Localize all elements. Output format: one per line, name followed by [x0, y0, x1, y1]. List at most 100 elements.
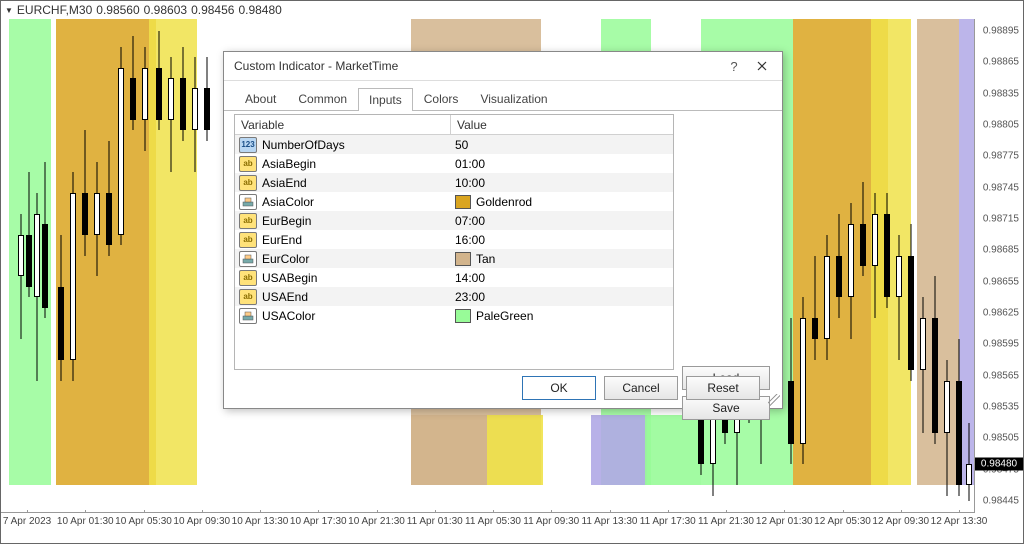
variable-name: NumberOfDays [262, 138, 345, 152]
variable-name: USAColor [262, 309, 315, 323]
session-zone [487, 415, 543, 485]
variable-name: EurEnd [262, 233, 302, 247]
ok-button[interactable]: OK [522, 376, 596, 400]
y-tick: 0.98805 [983, 120, 1019, 131]
x-tick: 11 Apr 17:30 [640, 516, 696, 527]
color-type-icon [239, 251, 257, 267]
variable-value[interactable]: 01:00 [455, 157, 485, 171]
variable-value[interactable]: Tan [476, 252, 495, 266]
resize-handle[interactable] [768, 394, 780, 406]
x-tick: 12 Apr 09:30 [872, 516, 929, 527]
variable-name: AsiaEnd [262, 176, 307, 190]
x-tick: 11 Apr 09:30 [523, 516, 579, 527]
variable-value[interactable]: 10:00 [455, 176, 485, 190]
header-value[interactable]: Value [451, 115, 673, 135]
inputs-panel: Variable Value 123 NumberOfDays 50 ab AsiaBe… [234, 114, 674, 368]
x-tick: 10 Apr 09:30 [173, 516, 230, 527]
variable-value[interactable]: 23:00 [455, 290, 485, 304]
color-type-icon [239, 194, 257, 210]
integer-type-icon: 123 [239, 137, 257, 153]
variable-name: EurColor [262, 252, 309, 266]
x-tick: 11 Apr 13:30 [582, 516, 638, 527]
instrument-symbol: EURCHF,M30 [17, 3, 92, 17]
x-tick: 12 Apr 01:30 [756, 516, 813, 527]
input-row-numberofdays[interactable]: 123 NumberOfDays 50 [235, 135, 673, 154]
y-tick: 0.98775 [983, 151, 1019, 162]
string-type-icon: ab [239, 289, 257, 305]
variable-name: AsiaColor [262, 195, 314, 209]
dialog-title: Custom Indicator - MarketTime [234, 59, 398, 73]
variable-name: USABegin [262, 271, 317, 285]
dialog-titlebar[interactable]: Custom Indicator - MarketTime ? [224, 52, 782, 81]
price-open: 0.98560 [96, 3, 139, 17]
tab-bar: AboutCommonInputsColorsVisualization [224, 81, 782, 111]
variable-value[interactable]: 14:00 [455, 271, 485, 285]
string-type-icon: ab [239, 232, 257, 248]
y-tick: 0.98655 [983, 276, 1019, 287]
variable-value[interactable]: PaleGreen [476, 309, 533, 323]
help-button[interactable]: ? [720, 55, 748, 77]
input-row-asiabegin[interactable]: ab AsiaBegin 01:00 [235, 154, 673, 173]
tab-inputs[interactable]: Inputs [358, 88, 413, 111]
input-row-asiacolor[interactable]: AsiaColor Goldenrod [235, 192, 673, 211]
y-tick: 0.98595 [983, 339, 1019, 350]
session-zone [645, 415, 701, 485]
x-tick: 12 Apr 13:30 [931, 516, 988, 527]
header-variable[interactable]: Variable [235, 115, 451, 135]
tab-colors[interactable]: Colors [413, 87, 470, 110]
y-tick: 0.98745 [983, 182, 1019, 193]
variable-value[interactable]: Goldenrod [476, 195, 532, 209]
tab-visualization[interactable]: Visualization [469, 87, 558, 110]
tab-common[interactable]: Common [287, 87, 358, 110]
input-row-usaend[interactable]: ab USAEnd 23:00 [235, 287, 673, 306]
x-tick: 11 Apr 01:30 [407, 516, 463, 527]
indicator-dialog: Custom Indicator - MarketTime ? AboutCom… [223, 51, 783, 409]
variable-name: AsiaBegin [262, 157, 316, 171]
input-row-usabegin[interactable]: ab USABegin 14:00 [235, 268, 673, 287]
app-root: ▼ EURCHF,M30 0.98560 0.98603 0.98456 0.9… [0, 0, 1024, 544]
variable-name: EurBegin [262, 214, 311, 228]
variable-value[interactable]: 07:00 [455, 214, 485, 228]
y-tick: 0.98835 [983, 88, 1019, 99]
y-axis: 0.98895 0.98865 0.98835 0.98805 0.98775 0.987… [974, 19, 1023, 513]
tab-about[interactable]: About [234, 87, 287, 110]
close-button[interactable] [748, 55, 776, 77]
input-row-eurbegin[interactable]: ab EurBegin 07:00 [235, 211, 673, 230]
string-type-icon: ab [239, 156, 257, 172]
cancel-button[interactable]: Cancel [604, 376, 678, 400]
input-row-eurend[interactable]: ab EurEnd 16:00 [235, 230, 673, 249]
x-axis: 7 Apr 202310 Apr 01:3010 Apr 05:3010 Apr… [1, 512, 975, 533]
y-tick: 0.98535 [983, 402, 1019, 413]
y-tick: 0.98865 [983, 57, 1019, 68]
variable-value[interactable]: 16:00 [455, 233, 485, 247]
x-tick: 12 Apr 05:30 [814, 516, 871, 527]
color-swatch [455, 309, 471, 323]
reset-button[interactable]: Reset [686, 376, 760, 400]
y-tick: 0.98445 [983, 496, 1019, 507]
y-tick: 0.98565 [983, 370, 1019, 381]
instrument-bar: ▼ EURCHF,M30 0.98560 0.98603 0.98456 0.9… [1, 1, 286, 19]
session-zone [591, 415, 647, 485]
string-type-icon: ab [239, 213, 257, 229]
price-high: 0.98603 [144, 3, 187, 17]
input-row-eurcolor[interactable]: EurColor Tan [235, 249, 673, 268]
x-tick: 10 Apr 05:30 [115, 516, 172, 527]
price-close: 0.98480 [238, 3, 281, 17]
x-tick: 11 Apr 05:30 [465, 516, 521, 527]
dropdown-icon[interactable]: ▼ [5, 6, 13, 15]
y-tick: 0.98895 [983, 26, 1019, 37]
y-tick: 0.98715 [983, 214, 1019, 225]
variable-value[interactable]: 50 [455, 138, 468, 152]
x-tick: 10 Apr 01:30 [57, 516, 114, 527]
input-row-asiaend[interactable]: ab AsiaEnd 10:00 [235, 173, 673, 192]
string-type-icon: ab [239, 175, 257, 191]
variable-name: USAEnd [262, 290, 308, 304]
x-tick: 10 Apr 13:30 [232, 516, 289, 527]
color-type-icon [239, 308, 257, 324]
string-type-icon: ab [239, 270, 257, 286]
y-tick: 0.98505 [983, 433, 1019, 444]
current-price-label: 0.98480 [975, 458, 1023, 471]
input-row-usacolor[interactable]: USAColor PaleGreen [235, 306, 673, 325]
inputs-grid[interactable]: Variable Value 123 NumberOfDays 50 ab AsiaBe… [234, 114, 674, 370]
x-tick: 10 Apr 17:30 [290, 516, 347, 527]
